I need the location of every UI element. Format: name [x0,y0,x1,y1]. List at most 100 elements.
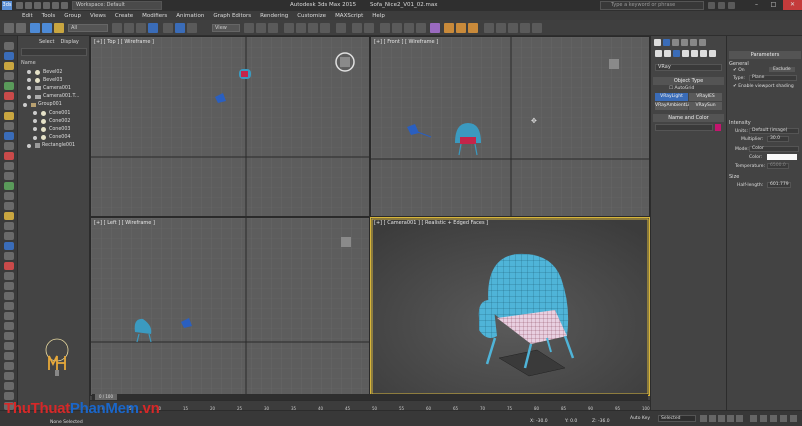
workspace-select[interactable]: Workspace: Default [72,1,162,10]
shapes-icon[interactable] [664,50,671,57]
viewport-label[interactable]: [+] [ Left ] [ Wireframe ] [94,220,155,226]
vraysun-button[interactable]: VRaySun [689,102,722,110]
z-coord[interactable]: Z: -36.0 [592,419,610,424]
exclude-button[interactable]: Exclude [769,67,795,72]
vraylight-button[interactable]: VRayLight [655,93,688,101]
pan-icon[interactable] [770,415,777,422]
scene-search-input[interactable] [21,48,87,56]
visibility-icon[interactable] [27,94,31,99]
menu-customize[interactable]: Customize [297,13,326,19]
viewport-top[interactable]: [+] [ Top ] [ Wireframe ] [90,36,370,217]
list-item[interactable]: Cone002 [21,117,88,125]
modify-tab-icon[interactable] [663,39,670,46]
light-color-swatch[interactable] [767,154,797,160]
half-length-input[interactable]: 601.779 [767,182,791,188]
utilities-tab-icon[interactable] [699,39,706,46]
multiplier-input[interactable]: 30.0 [767,136,789,142]
tool-strip-icon[interactable] [4,72,14,80]
tool-strip-icon[interactable] [4,272,14,280]
link-icon[interactable] [30,23,40,33]
named-selection-icon[interactable] [336,23,346,33]
snaps-toggle-icon[interactable] [284,23,294,33]
schematic-view-icon[interactable] [416,23,426,33]
menu-edit[interactable]: Edit [22,13,33,19]
tool-strip-icon[interactable] [4,372,14,380]
menu-modifiers[interactable]: Modifiers [142,13,167,19]
select-by-name-icon[interactable] [124,23,134,33]
menu-animation[interactable]: Animation [176,13,204,19]
minimize-button[interactable]: – [748,0,765,10]
parameters-rollout[interactable]: Parameters [729,51,801,59]
tool-strip-icon[interactable] [4,222,14,230]
menu-help[interactable]: Help [372,13,385,19]
tool-strip-icon[interactable] [4,52,14,60]
sofa-top-view[interactable] [239,69,251,79]
graphite-ribbon-icon[interactable] [392,23,402,33]
tool-strip-icon[interactable] [4,362,14,370]
select-rotate-icon[interactable] [175,23,185,33]
menu-views[interactable]: Views [90,13,106,19]
units-select[interactable]: Default (image) [749,128,799,134]
viewport-label[interactable]: [+] [ Front ] [ Wireframe ] [374,39,438,45]
hierarchy-tab-icon[interactable] [672,39,679,46]
close-button[interactable]: ✕ [783,0,802,10]
mirror-icon[interactable] [352,23,362,33]
pivot-center-icon[interactable] [244,23,254,33]
app-logo-icon[interactable]: 3ds [2,1,12,10]
cameras-icon[interactable] [682,50,689,57]
vray-toolbar-icon[interactable] [496,23,506,33]
list-item[interactable]: Camera001 [21,84,88,92]
viewport-left[interactable]: [+] [ Left ] [ Wireframe ] [90,217,370,396]
rectangular-selection-icon[interactable] [136,23,146,33]
tool-strip-icon[interactable] [4,352,14,360]
tool-strip-icon[interactable] [4,122,14,130]
temperature-input[interactable]: 6500.0 [767,163,789,169]
viewcube-icon[interactable] [340,57,350,67]
orbit-icon[interactable] [780,415,787,422]
rendered-frame-window-icon[interactable] [456,23,466,33]
display-tab-icon[interactable] [690,39,697,46]
redo-icon[interactable] [52,2,59,9]
tool-strip-icon[interactable] [4,342,14,350]
bind-space-warp-icon[interactable] [54,23,64,33]
list-item[interactable]: Rectangle001 [21,142,88,150]
previous-frame-icon[interactable] [709,415,716,422]
tool-strip-icon[interactable] [4,172,14,180]
vray-frame-buffer-icon[interactable] [484,23,494,33]
spinner-snap-icon[interactable] [320,23,330,33]
object-name-input[interactable] [655,124,713,131]
go-to-start-icon[interactable] [700,415,707,422]
list-item[interactable]: Cone004 [21,134,88,142]
list-item[interactable]: Camera001.T... [21,93,88,101]
tool-strip-icon[interactable] [4,92,14,100]
undo-icon[interactable] [4,23,14,33]
lights-icon[interactable] [673,50,680,57]
list-item[interactable]: Cone003 [21,125,88,133]
redo-icon[interactable] [16,23,26,33]
visibility-icon[interactable] [27,86,31,91]
tab-select[interactable]: Select [39,39,54,45]
list-item[interactable]: Bevel02 [21,68,88,76]
category-select[interactable]: VRay [655,64,722,71]
percent-snap-icon[interactable] [308,23,318,33]
menu-graph-editors[interactable]: Graph Editors [213,13,251,19]
mode-select[interactable]: Color [749,146,799,152]
zoom-all-icon[interactable] [760,415,767,422]
selection-filter-select[interactable]: All [68,24,108,32]
material-editor-icon[interactable] [430,23,440,33]
key-filter-select[interactable]: Selected [658,415,696,422]
on-checkbox[interactable]: ✔ On [733,68,745,73]
viewport-label[interactable]: [+] [ Camera001 ] [ Realistic + Edged Fa… [374,220,488,226]
list-item[interactable]: Group001 [21,101,88,109]
tool-strip-icon[interactable] [4,42,14,50]
curve-editor-icon[interactable] [404,23,414,33]
unlink-icon[interactable] [42,23,52,33]
viewport-front[interactable]: ✥ [+] [ Front ] [ Wireframe ] [370,36,650,217]
tool-strip-icon[interactable] [4,82,14,90]
y-coord[interactable]: Y: 0.0 [565,419,577,424]
visibility-icon[interactable] [33,135,37,140]
tool-strip-icon[interactable] [4,312,14,320]
select-scale-icon[interactable] [187,23,197,33]
window-crossing-icon[interactable] [148,23,158,33]
vrayies-button[interactable]: VRayIES [689,93,722,101]
